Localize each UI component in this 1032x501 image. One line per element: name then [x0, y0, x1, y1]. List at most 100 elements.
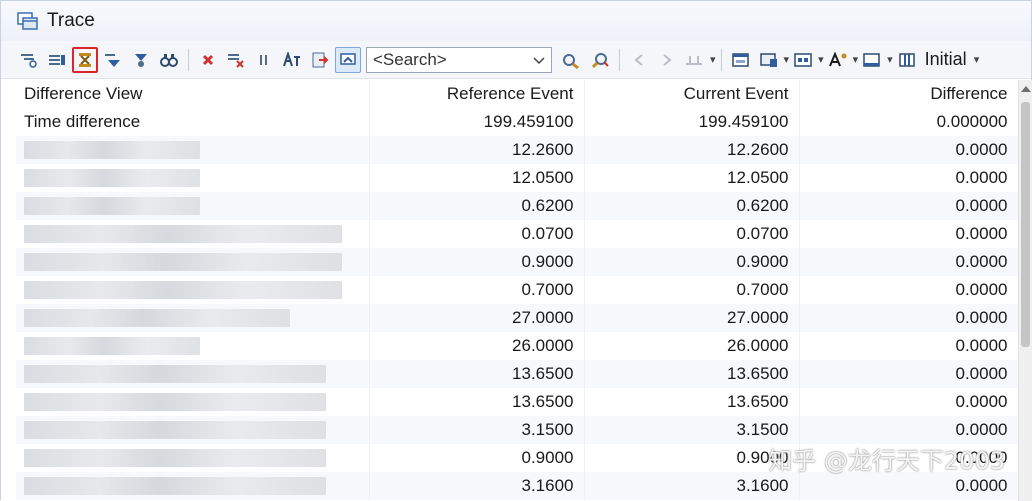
- table-row[interactable]: 3.1500 3.1500 0.0000: [16, 416, 1018, 444]
- reference-event-value: 27.0000: [369, 304, 585, 332]
- scroll-thumb[interactable]: [1021, 102, 1030, 347]
- measure-dropdown-icon[interactable]: ▾: [710, 53, 716, 66]
- redacted-label: [24, 477, 326, 495]
- table-row[interactable]: Time difference 199.459100 199.459100 0.000…: [16, 108, 1018, 136]
- marker-icon[interactable]: [128, 47, 154, 73]
- column-header-difference-view[interactable]: Difference View: [16, 80, 370, 108]
- table-row[interactable]: 13.6500 13.6500 0.0000: [16, 360, 1018, 388]
- current-event-value: 3.1500: [584, 416, 800, 444]
- column-header-current-event[interactable]: Current Event: [584, 80, 800, 108]
- toolbar: <Search> ▾ ▾ ▾ ▾ ▾ Initial ▾: [1, 41, 1031, 79]
- window-layout-dropdown-icon[interactable]: ▾: [784, 53, 790, 66]
- column-config-icon[interactable]: [894, 47, 920, 73]
- trace-window: Trace <Search> ▾ ▾ ▾ ▾ ▾ Initial ▾ Diffe…: [0, 0, 1032, 501]
- redacted-label: [24, 281, 342, 299]
- scroll-up-arrow-icon[interactable]: [1021, 86, 1031, 92]
- time-format-icon[interactable]: [279, 47, 305, 73]
- current-event-value: 0.9000: [584, 248, 800, 276]
- find-icon[interactable]: [156, 47, 182, 73]
- export-icon[interactable]: [307, 47, 333, 73]
- redacted-label: [24, 197, 200, 215]
- window-layout-icon[interactable]: [756, 47, 782, 73]
- sync-view-icon[interactable]: [335, 46, 361, 73]
- column-config-label[interactable]: Initial: [925, 49, 967, 70]
- table-row[interactable]: 0.0700 0.0700 0.0000: [16, 220, 1018, 248]
- row-label: [16, 416, 370, 444]
- clear-filter-icon[interactable]: [223, 47, 249, 73]
- measure-icon[interactable]: [682, 47, 708, 73]
- difference-value: 0.0000: [799, 276, 1018, 304]
- delete-icon[interactable]: [195, 47, 221, 73]
- toolbar-separator: [619, 48, 620, 71]
- table-row[interactable]: 3.1600 3.1600 0.0000: [16, 472, 1018, 500]
- current-event-value: 0.9000: [584, 444, 800, 472]
- left-margin: [1, 80, 16, 501]
- filter-icon[interactable]: [16, 47, 42, 73]
- reference-event-value: 12.0500: [369, 164, 585, 192]
- table-row[interactable]: 0.9000 0.9000 0.0000: [16, 248, 1018, 276]
- reference-event-value: 26.0000: [369, 332, 585, 360]
- reference-event-value: 0.6200: [369, 192, 585, 220]
- row-label: [16, 220, 370, 248]
- table-row[interactable]: 0.6200 0.6200 0.0000: [16, 192, 1018, 220]
- current-event-value: 27.0000: [584, 304, 800, 332]
- trigger-icon[interactable]: [100, 47, 126, 73]
- previous-marker-icon[interactable]: [626, 47, 652, 73]
- row-label: [16, 304, 370, 332]
- difference-table: Difference View Reference Event Current …: [16, 80, 1018, 500]
- table-row[interactable]: 26.0000 26.0000 0.0000: [16, 332, 1018, 360]
- redacted-label: [24, 449, 326, 467]
- row-label: [16, 360, 370, 388]
- difference-value: 0.0000: [799, 136, 1018, 164]
- reference-event-value: 0.9000: [369, 444, 585, 472]
- font-size-icon[interactable]: [825, 47, 851, 73]
- window-title: Trace: [47, 10, 95, 31]
- columns-icon[interactable]: [44, 47, 70, 73]
- current-event-value: 0.7000: [584, 276, 800, 304]
- row-label: [16, 332, 370, 360]
- font-size-dropdown-icon[interactable]: ▾: [853, 53, 859, 66]
- difference-value: 0.0000: [799, 360, 1018, 388]
- watermark: 知乎 @龙行天下2003: [768, 447, 1005, 475]
- current-event-value: 0.0700: [584, 220, 800, 248]
- chevron-down-icon[interactable]: [533, 50, 545, 70]
- table-row[interactable]: 12.0500 12.0500 0.0000: [16, 164, 1018, 192]
- row-label: [16, 472, 370, 500]
- difference-value: 0.0000: [799, 248, 1018, 276]
- pause-icon[interactable]: [251, 47, 277, 73]
- column-header-difference[interactable]: Difference: [799, 80, 1018, 108]
- current-event-value: 26.0000: [584, 332, 800, 360]
- column-config-dropdown-icon[interactable]: ▾: [974, 53, 980, 66]
- reference-event-value: 0.7000: [369, 276, 585, 304]
- difference-value: 0.0000: [799, 220, 1018, 248]
- color-icon[interactable]: [859, 47, 885, 73]
- search-input[interactable]: <Search>: [366, 46, 552, 73]
- current-event-value: 13.6500: [584, 360, 800, 388]
- search-backward-icon[interactable]: [559, 47, 585, 73]
- display-mode-dropdown-icon[interactable]: ▾: [818, 53, 824, 66]
- display-mode-icon[interactable]: [790, 47, 816, 73]
- table-row[interactable]: 0.7000 0.7000 0.0000: [16, 276, 1018, 304]
- vertical-scrollbar[interactable]: [1018, 80, 1032, 501]
- color-dropdown-icon[interactable]: ▾: [887, 53, 893, 66]
- reference-event-value: 3.1500: [369, 416, 585, 444]
- difference-value: 0.0000: [799, 192, 1018, 220]
- table-row[interactable]: 27.0000 27.0000 0.0000: [16, 304, 1018, 332]
- current-event-value: 199.459100: [584, 108, 800, 136]
- difference-value: 0.0000: [799, 332, 1018, 360]
- next-marker-icon[interactable]: [654, 47, 680, 73]
- redacted-label: [24, 253, 342, 271]
- redacted-label: [24, 225, 342, 243]
- row-label: [16, 388, 370, 416]
- difference-view-icon[interactable]: [72, 46, 98, 73]
- layout-icon[interactable]: [728, 47, 754, 73]
- current-event-value: 3.1600: [584, 472, 800, 500]
- reference-event-value: 0.9000: [369, 248, 585, 276]
- table-header-row: Difference View Reference Event Current …: [16, 80, 1018, 108]
- column-header-reference-event[interactable]: Reference Event: [369, 80, 585, 108]
- toolbar-separator: [188, 48, 189, 71]
- table-row[interactable]: 13.6500 13.6500 0.0000: [16, 388, 1018, 416]
- redacted-label: [24, 421, 326, 439]
- table-row[interactable]: 12.2600 12.2600 0.0000: [16, 136, 1018, 164]
- search-forward-icon[interactable]: [587, 47, 613, 73]
